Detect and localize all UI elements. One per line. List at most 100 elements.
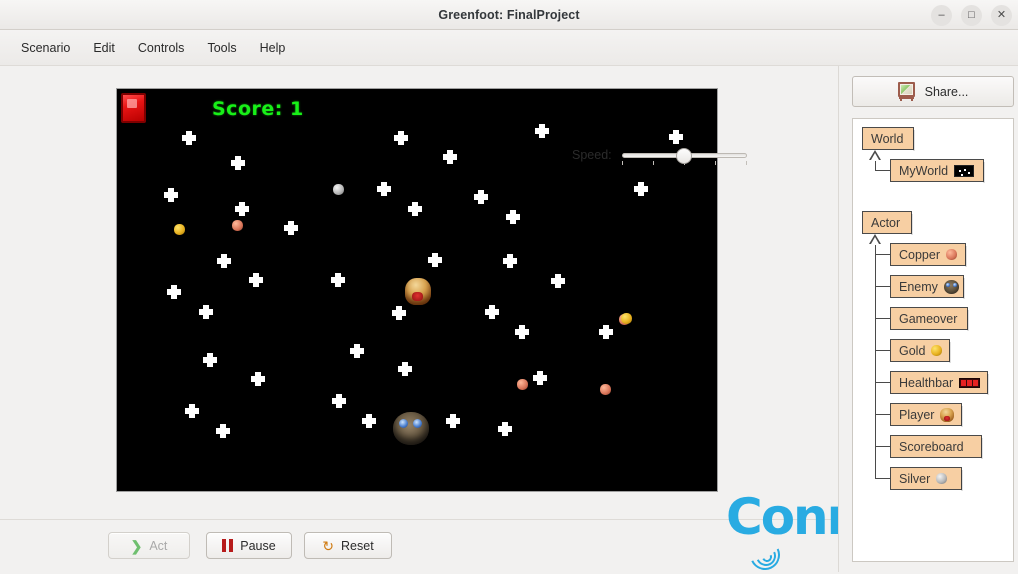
class-node-gameover[interactable]: Gameover	[890, 307, 969, 331]
star-sprite[interactable]	[203, 353, 217, 367]
copper-ore-sprite[interactable]	[232, 220, 243, 231]
class-node-silver[interactable]: Silver	[890, 467, 963, 491]
star-sprite[interactable]	[669, 130, 683, 144]
star-sprite[interactable]	[551, 274, 565, 288]
silver-ore-sprite[interactable]	[333, 184, 344, 195]
star-sprite[interactable]	[332, 394, 346, 408]
menu-item-help[interactable]: Help	[250, 37, 296, 59]
star-sprite[interactable]	[164, 188, 178, 202]
title-bar: Greenfoot: FinalProject – □ ✕	[0, 0, 1018, 30]
star-sprite[interactable]	[428, 253, 442, 267]
act-button[interactable]: ❯ Act	[108, 532, 190, 559]
star-sprite[interactable]	[231, 156, 245, 170]
copper-ore-sprite[interactable]	[600, 384, 611, 395]
pause-button-label: Pause	[240, 538, 276, 553]
star-sprite[interactable]	[515, 325, 529, 339]
pause-button[interactable]: Pause	[206, 532, 292, 559]
window-title: Greenfoot: FinalProject	[438, 7, 580, 22]
enemy-icon	[943, 279, 959, 294]
class-node-scoreboard[interactable]: Scoreboard	[890, 435, 983, 459]
class-hierarchy-panel[interactable]: World MyWorld Actor Copper Enemy Gameover Gold…	[852, 118, 1014, 562]
inheritance-line	[875, 350, 890, 351]
star-sprite[interactable]	[485, 305, 499, 319]
reset-icon: ↻	[322, 537, 335, 554]
minimize-icon[interactable]: –	[931, 4, 952, 26]
act-button-label: Act	[149, 538, 168, 553]
copper-ore-icon	[946, 249, 957, 260]
window-controls: – □ ✕	[931, 0, 1012, 30]
class-node-actor[interactable]: Actor	[862, 211, 913, 235]
inheritance-line	[875, 245, 876, 478]
class-node-label: Healthbar	[899, 375, 954, 390]
class-node-label: Copper	[899, 247, 940, 262]
star-sprite[interactable]	[217, 254, 231, 268]
scenario-pane: Score: 1 ❯ Act Pause ↻ Reset Speed: C	[0, 66, 965, 574]
star-sprite[interactable]	[235, 202, 249, 216]
class-node-gold[interactable]: Gold	[890, 339, 951, 363]
star-sprite[interactable]	[331, 273, 345, 287]
star-sprite[interactable]	[599, 325, 613, 339]
world-thumbnail-icon	[954, 164, 975, 177]
star-sprite[interactable]	[251, 372, 265, 386]
menu-item-scenario[interactable]: Scenario	[11, 37, 80, 59]
player-sprite[interactable]	[405, 278, 431, 305]
close-icon[interactable]: ✕	[991, 4, 1012, 26]
star-sprite[interactable]	[350, 344, 364, 358]
star-sprite[interactable]	[249, 273, 263, 287]
class-node-healthbar[interactable]: Healthbar	[890, 371, 989, 395]
class-node-world[interactable]: World	[862, 127, 915, 151]
inheritance-line	[875, 286, 890, 287]
star-sprite[interactable]	[503, 254, 517, 268]
reset-button[interactable]: ↻ Reset	[304, 532, 392, 559]
share-button[interactable]: Share...	[852, 76, 1014, 107]
star-sprite[interactable]	[506, 210, 520, 224]
gold-ore-sprite[interactable]	[621, 313, 632, 324]
star-sprite[interactable]	[167, 285, 181, 299]
star-sprite[interactable]	[362, 414, 376, 428]
menu-item-edit[interactable]: Edit	[83, 37, 125, 59]
class-node-enemy[interactable]: Enemy	[890, 275, 965, 299]
star-sprite[interactable]	[185, 404, 199, 418]
star-sprite[interactable]	[408, 202, 422, 216]
class-node-player[interactable]: Player	[890, 403, 963, 427]
class-node-label: World	[871, 131, 904, 146]
copper-ore-sprite[interactable]	[517, 379, 528, 390]
enemy-sprite[interactable]	[393, 412, 429, 445]
speed-slider-thumb[interactable]	[676, 148, 693, 164]
class-node-label: Scoreboard	[899, 439, 964, 454]
star-sprite[interactable]	[394, 131, 408, 145]
star-sprite[interactable]	[533, 371, 547, 385]
easel-icon	[897, 82, 917, 101]
star-sprite[interactable]	[535, 124, 549, 138]
star-sprite[interactable]	[284, 221, 298, 235]
star-sprite[interactable]	[199, 305, 213, 319]
maximize-icon[interactable]: □	[961, 4, 982, 26]
class-node-label: Actor	[871, 215, 901, 230]
reset-button-label: Reset	[341, 538, 374, 553]
class-node-label: Silver	[899, 471, 931, 486]
pause-icon	[222, 539, 234, 552]
inheritance-line	[875, 446, 890, 447]
menu-item-controls[interactable]: Controls	[128, 37, 195, 59]
menu-item-tools[interactable]: Tools	[197, 37, 246, 59]
class-node-myworld[interactable]: MyWorld	[890, 159, 985, 183]
healthbar-sprite[interactable]	[121, 93, 146, 123]
inheritance-line	[875, 254, 890, 255]
star-sprite[interactable]	[498, 422, 512, 436]
star-sprite[interactable]	[634, 182, 648, 196]
star-sprite[interactable]	[446, 414, 460, 428]
gold-ore-sprite[interactable]	[174, 224, 185, 235]
star-sprite[interactable]	[398, 362, 412, 376]
gold-ore-icon	[931, 345, 943, 356]
star-sprite[interactable]	[182, 131, 196, 145]
enemy-eye-left	[399, 419, 408, 428]
class-node-copper[interactable]: Copper	[890, 243, 967, 267]
star-sprite[interactable]	[216, 424, 230, 438]
star-sprite[interactable]	[443, 150, 457, 164]
player-icon	[940, 407, 955, 422]
star-sprite[interactable]	[474, 190, 488, 204]
speed-slider[interactable]	[621, 146, 747, 165]
class-node-label: Gold	[899, 343, 926, 358]
star-sprite[interactable]	[377, 182, 391, 196]
star-sprite[interactable]	[392, 306, 406, 320]
